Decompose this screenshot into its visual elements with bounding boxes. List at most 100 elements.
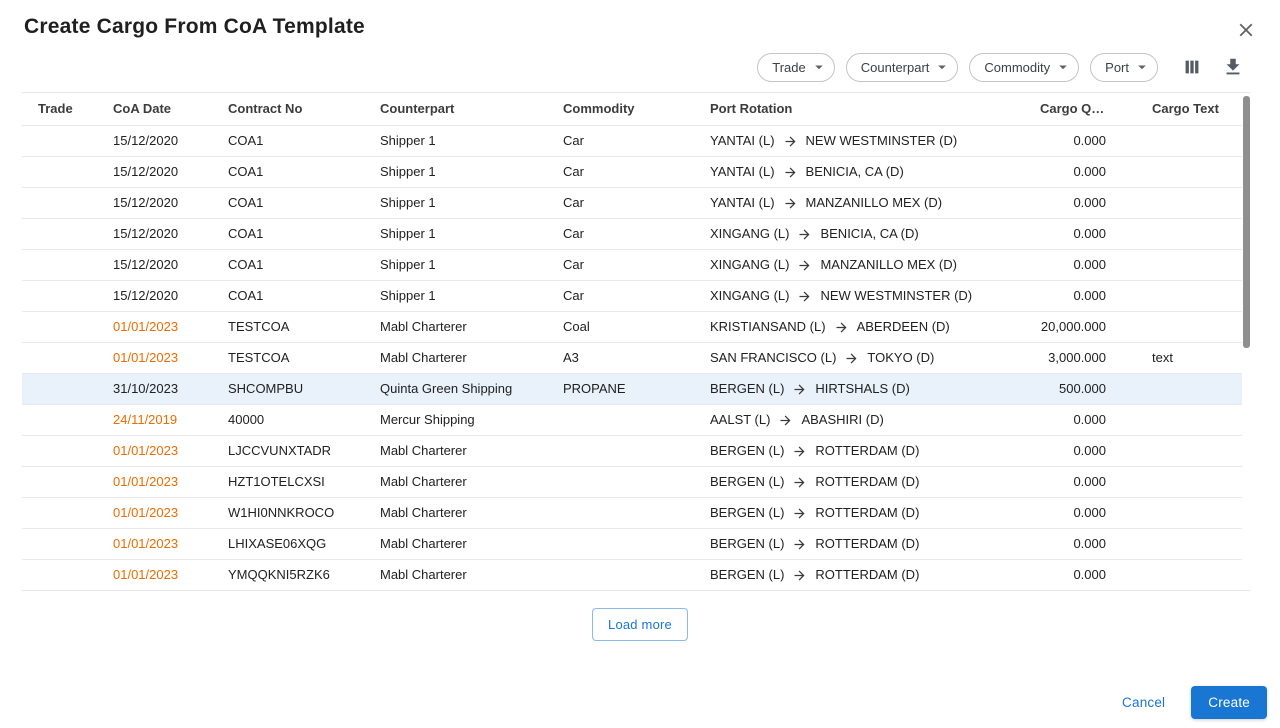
dialog-header: Create Cargo From CoA Template xyxy=(0,0,1280,39)
load-more-row: Load more xyxy=(0,591,1280,641)
trade-cell xyxy=(22,528,97,559)
commodity-cell xyxy=(547,404,694,435)
table-row[interactable]: 01/01/2023W1HI0NNKROCOMabl ChartererBERG… xyxy=(22,497,1242,528)
commodity-cell: A3 xyxy=(547,342,694,373)
cargo-quantity-cell: 0.000 xyxy=(1024,125,1122,156)
download-button[interactable] xyxy=(1218,52,1248,82)
table-row[interactable]: 15/12/2020COA1Shipper 1CarYANTAI (L)MANZ… xyxy=(22,187,1242,218)
coa-date-cell: 01/01/2023 xyxy=(97,466,212,497)
table-body: 15/12/2020COA1Shipper 1CarYANTAI (L)NEW … xyxy=(22,125,1242,590)
counterpart-cell: Mabl Charterer xyxy=(364,311,547,342)
cargo-quantity-cell: 0.000 xyxy=(1024,280,1122,311)
filter-chip-commodity[interactable]: Commodity xyxy=(969,53,1079,82)
load-port: BERGEN (L) xyxy=(710,537,784,552)
table-row[interactable]: 01/01/2023LJCCVUNXTADRMabl ChartererBERG… xyxy=(22,435,1242,466)
vertical-scrollbar[interactable] xyxy=(1243,96,1250,348)
chevron-down-icon xyxy=(810,58,828,76)
counterpart-cell: Shipper 1 xyxy=(364,280,547,311)
port-rotation-cell: BERGEN (L)ROTTERDAM (D) xyxy=(694,497,1024,528)
load-more-button[interactable]: Load more xyxy=(592,608,688,641)
load-port: BERGEN (L) xyxy=(710,506,784,521)
cargo-quantity-cell: 0.000 xyxy=(1024,249,1122,280)
contract-no-cell: TESTCOA xyxy=(212,311,364,342)
table-row[interactable]: 01/01/2023TESTCOAMabl ChartererCoalKRIST… xyxy=(22,311,1242,342)
column-header-trade[interactable]: Trade xyxy=(22,93,97,125)
filter-bar: Trade Counterpart Commodity Port xyxy=(0,39,1280,92)
table-row[interactable]: 15/12/2020COA1Shipper 1CarXINGANG (L)NEW… xyxy=(22,280,1242,311)
discharge-port: HIRTSHALS (D) xyxy=(815,382,909,397)
table-row[interactable]: 24/11/201940000Mercur ShippingAALST (L)A… xyxy=(22,404,1242,435)
filter-chip-port[interactable]: Port xyxy=(1090,53,1158,82)
cargo-quantity-cell: 0.000 xyxy=(1024,559,1122,590)
contract-no-cell: COA1 xyxy=(212,187,364,218)
load-port: AALST (L) xyxy=(710,413,770,428)
column-header-cargo-text[interactable]: Cargo Text xyxy=(1122,93,1242,125)
arrow-forward-icon xyxy=(797,258,812,273)
cargo-quantity-cell: 0.000 xyxy=(1024,435,1122,466)
cargo-quantity-cell: 500.000 xyxy=(1024,373,1122,404)
commodity-cell xyxy=(547,435,694,466)
table-row[interactable]: 31/10/2023SHCOMPBUQuinta Green ShippingP… xyxy=(22,373,1242,404)
column-header-commodity[interactable]: Commodity xyxy=(547,93,694,125)
table-row[interactable]: 15/12/2020COA1Shipper 1CarYANTAI (L)NEW … xyxy=(22,125,1242,156)
cargo-text-cell xyxy=(1122,559,1242,590)
create-button[interactable]: Create xyxy=(1191,686,1267,719)
table-row[interactable]: 01/01/2023HZT1OTELCXSIMabl ChartererBERG… xyxy=(22,466,1242,497)
discharge-port: TOKYO (D) xyxy=(867,351,934,366)
cargo-text-cell xyxy=(1122,187,1242,218)
counterpart-cell: Quinta Green Shipping xyxy=(364,373,547,404)
arrow-forward-icon xyxy=(792,537,807,552)
close-button[interactable] xyxy=(1232,16,1260,44)
close-icon xyxy=(1235,19,1257,41)
discharge-port: ROTTERDAM (D) xyxy=(815,475,919,490)
load-port: XINGANG (L) xyxy=(710,258,789,273)
coa-date-cell: 01/01/2023 xyxy=(97,559,212,590)
table-header-row: Trade CoA Date Contract No Counterpart C… xyxy=(22,93,1242,125)
column-header-port-rotation[interactable]: Port Rotation xyxy=(694,93,1024,125)
cancel-button[interactable]: Cancel xyxy=(1122,695,1165,710)
port-rotation-cell: YANTAI (L)MANZANILLO MEX (D) xyxy=(694,187,1024,218)
counterpart-cell: Shipper 1 xyxy=(364,187,547,218)
cargo-text-cell xyxy=(1122,218,1242,249)
table-row[interactable]: 01/01/2023LHIXASE06XQGMabl ChartererBERG… xyxy=(22,528,1242,559)
cargo-text-cell xyxy=(1122,497,1242,528)
cargo-text-cell xyxy=(1122,466,1242,497)
arrow-forward-icon xyxy=(783,134,798,149)
port-rotation-cell: XINGANG (L)NEW WESTMINSTER (D) xyxy=(694,280,1024,311)
cargo-quantity-cell: 0.000 xyxy=(1024,497,1122,528)
column-header-coa-date[interactable]: CoA Date xyxy=(97,93,212,125)
commodity-cell: Coal xyxy=(547,311,694,342)
commodity-cell: Car xyxy=(547,125,694,156)
filter-chip-trade[interactable]: Trade xyxy=(757,53,834,82)
port-rotation-cell: XINGANG (L)BENICIA, CA (D) xyxy=(694,218,1024,249)
port-rotation-cell: BERGEN (L)HIRTSHALS (D) xyxy=(694,373,1024,404)
port-rotation-cell: XINGANG (L)MANZANILLO MEX (D) xyxy=(694,249,1024,280)
dialog-title: Create Cargo From CoA Template xyxy=(24,15,1256,39)
table-row[interactable]: 01/01/2023YMQQKNI5RZK6Mabl ChartererBERG… xyxy=(22,559,1242,590)
columns-button[interactable] xyxy=(1177,52,1207,82)
coa-date-cell: 15/12/2020 xyxy=(97,187,212,218)
column-header-cargo-quantity[interactable]: Cargo Quantity xyxy=(1024,93,1122,125)
table-row[interactable]: 15/12/2020COA1Shipper 1CarXINGANG (L)BEN… xyxy=(22,218,1242,249)
load-port: XINGANG (L) xyxy=(710,289,789,304)
discharge-port: NEW WESTMINSTER (D) xyxy=(806,134,958,149)
coa-date-cell: 01/01/2023 xyxy=(97,342,212,373)
filter-chip-label: Commodity xyxy=(984,60,1050,75)
load-port: YANTAI (L) xyxy=(710,196,775,211)
discharge-port: BENICIA, CA (D) xyxy=(806,165,904,180)
table-row[interactable]: 01/01/2023TESTCOAMabl ChartererA3SAN FRA… xyxy=(22,342,1242,373)
filter-chip-label: Port xyxy=(1105,60,1129,75)
port-rotation-cell: YANTAI (L)BENICIA, CA (D) xyxy=(694,156,1024,187)
filter-chip-counterpart[interactable]: Counterpart xyxy=(846,53,959,82)
load-port: KRISTIANSAND (L) xyxy=(710,320,826,335)
discharge-port: BENICIA, CA (D) xyxy=(820,227,918,242)
arrow-forward-icon xyxy=(797,289,812,304)
counterpart-cell: Shipper 1 xyxy=(364,249,547,280)
column-header-counterpart[interactable]: Counterpart xyxy=(364,93,547,125)
table-row[interactable]: 15/12/2020COA1Shipper 1CarXINGANG (L)MAN… xyxy=(22,249,1242,280)
cargo-quantity-cell: 20,000.000 xyxy=(1024,311,1122,342)
contract-no-cell: COA1 xyxy=(212,249,364,280)
coa-date-cell: 01/01/2023 xyxy=(97,497,212,528)
column-header-contract-no[interactable]: Contract No xyxy=(212,93,364,125)
table-row[interactable]: 15/12/2020COA1Shipper 1CarYANTAI (L)BENI… xyxy=(22,156,1242,187)
